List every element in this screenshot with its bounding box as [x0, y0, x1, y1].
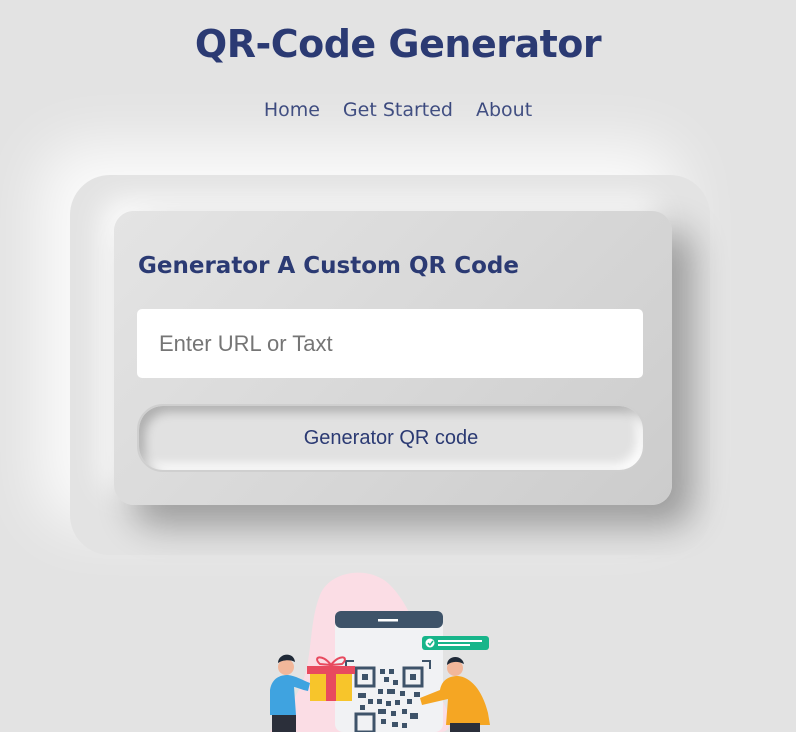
- qr-generator-card: Generator A Custom QR Code Generator QR …: [114, 211, 672, 505]
- url-input[interactable]: [137, 309, 643, 378]
- generate-qr-button[interactable]: Generator QR code: [137, 404, 645, 472]
- site-title: QR-Code Generator: [194, 22, 602, 66]
- nav-get-started-link[interactable]: Get Started: [343, 99, 453, 121]
- nav-about-link[interactable]: About: [476, 99, 532, 121]
- notification-icon: [422, 636, 489, 650]
- nav-home-link[interactable]: Home: [264, 99, 320, 121]
- card-title: Generator A Custom QR Code: [138, 253, 519, 279]
- qr-scan-illustration: [270, 572, 490, 732]
- main-nav: Home Get Started About: [0, 99, 796, 121]
